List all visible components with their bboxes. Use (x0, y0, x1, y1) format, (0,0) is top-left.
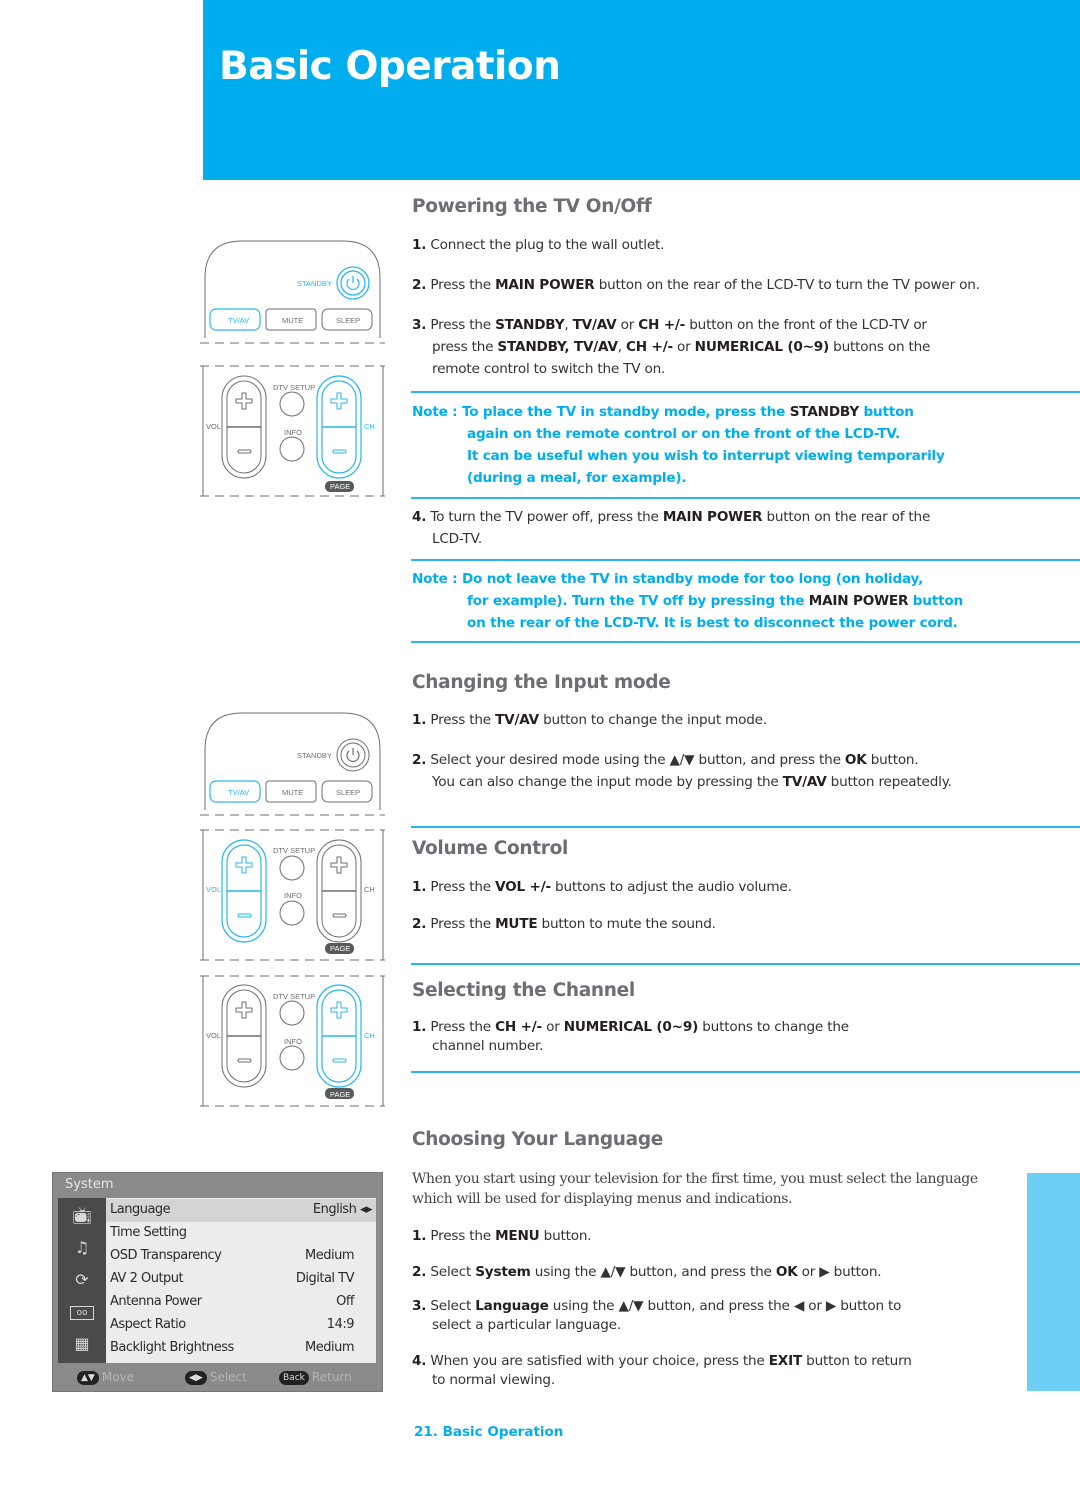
power-step-1: 1. Connect the plug to the wall outlet. (412, 237, 665, 253)
language-intro: When you start using your television for… (412, 1171, 978, 1207)
page-label: PAGE (330, 482, 351, 491)
divider (411, 391, 1080, 393)
tvav-label: TV/AV (228, 788, 250, 797)
vol-label: VOL (206, 422, 222, 431)
remote-illustration-input-volume (200, 712, 385, 961)
osd-menu-title: System (65, 1177, 114, 1192)
cabinet-icon: ▦ (74, 1334, 90, 1353)
osd-row-aspect-ratio[interactable]: Aspect Ratio 14:9 (106, 1314, 376, 1337)
osd-row-av2-output[interactable]: AV 2 Output Digital TV (106, 1268, 376, 1291)
volume-step-2: 2. Press the MUTE button to mute the sou… (412, 916, 716, 932)
ch-label: CH (364, 885, 375, 894)
osd-category-icons: 📺︎ ♫ ⟳ oo ▦ (58, 1198, 106, 1363)
standby-label: STANDBY (297, 279, 332, 288)
channel-step-1: 1. Press the CH +/- or NUMERICAL (0~9) b… (412, 1019, 849, 1054)
page-label: PAGE (330, 1090, 351, 1099)
tape-icon: oo (70, 1306, 94, 1320)
osd-footer-hints: ▲▼ Move ◀▶ Select Back Return (53, 1366, 382, 1390)
note-long-standby: Note : Do not leave the TV in standby mo… (412, 571, 963, 631)
osd-row-time-setting[interactable]: Time Setting (106, 1222, 376, 1245)
mute-label: MUTE (282, 316, 304, 325)
osd-hint-return: Back Return (279, 1370, 352, 1385)
osd-row-osd-transparency[interactable]: OSD Transparency Medium (106, 1245, 376, 1268)
tv-icon: 📺︎ (71, 1206, 93, 1225)
section-title-power: Powering the TV On/Off (412, 196, 652, 217)
sleep-label: SLEEP (336, 788, 361, 797)
ch-label: CH (364, 1031, 375, 1040)
tvav-label: TV/AV (228, 316, 250, 325)
dtv-setup-label: DTV SETUP (273, 383, 316, 392)
page-title: Basic Operation (219, 44, 561, 89)
dtv-setup-label: DTV SETUP (273, 992, 316, 1001)
osd-hint-select: ◀▶ Select (185, 1370, 247, 1385)
divider (411, 826, 1080, 828)
language-step-2: 2. Select System using the ▲/▼ button, a… (412, 1264, 882, 1280)
divider (411, 559, 1080, 561)
info-label: INFO (284, 428, 302, 437)
osd-hint-move: ▲▼ Move (77, 1370, 134, 1385)
osd-row-language[interactable]: Language English ◂▸ (106, 1199, 376, 1222)
info-label: INFO (284, 891, 302, 900)
section-tab-marker (1027, 1173, 1080, 1391)
power-step-3: 3. Press the STANDBY, TV/AV or CH +/- bu… (412, 317, 931, 377)
divider (411, 1071, 1080, 1073)
standby-label: STANDBY (297, 751, 332, 760)
language-step-3: 3. Select Language using the ▲/▼ button,… (412, 1298, 902, 1333)
info-label: INFO (284, 1037, 302, 1046)
osd-row-backlight-brightness[interactable]: Backlight Brightness Medium (106, 1337, 376, 1360)
note-standby: Note : To place the TV in standby mode, … (412, 404, 945, 486)
section-title-channel: Selecting the Channel (412, 980, 635, 1001)
left-right-arrows-icon: ◀▶ (185, 1370, 207, 1385)
osd-menu-list: Language English ◂▸ Time Setting OSD Tran… (106, 1198, 376, 1363)
volume-step-1: 1. Press the VOL +/- buttons to adjust t… (412, 879, 792, 895)
page-header-banner: Basic Operation (203, 0, 1080, 180)
divider (411, 497, 1080, 499)
back-key-icon: Back (279, 1370, 309, 1385)
language-step-4: 4. When you are satisfied with your choi… (412, 1353, 912, 1388)
up-down-arrows-icon: ▲▼ (77, 1370, 99, 1385)
section-title-language: Choosing Your Language (412, 1129, 664, 1150)
vol-label: VOL (206, 885, 222, 894)
divider (411, 963, 1080, 965)
page-label: PAGE (330, 944, 351, 953)
osd-row-antenna-power[interactable]: Antenna Power Off (106, 1291, 376, 1314)
section-title-input: Changing the Input mode (412, 672, 671, 693)
vol-label: VOL (206, 1031, 222, 1040)
music-note-icon: ♫ (74, 1238, 90, 1257)
divider (411, 641, 1080, 643)
language-step-1: 1. Press the MENU button. (412, 1228, 592, 1244)
input-step-1: 1. Press the TV/AV button to change the … (412, 712, 767, 728)
dtv-setup-label: DTV SETUP (273, 846, 316, 855)
osd-system-menu: System 📺︎ ♫ ⟳ oo ▦ Language English ◂▸ Ti… (52, 1172, 383, 1392)
page-footer-label: 21. Basic Operation (414, 1424, 564, 1440)
mute-label: MUTE (282, 788, 304, 797)
refresh-icon: ⟳ (75, 1270, 89, 1289)
remote-illustration-power (200, 240, 385, 497)
input-step-2: 2. Select your desired mode using the ▲/… (412, 752, 952, 790)
power-step-2: 2. Press the MAIN POWER button on the re… (412, 277, 980, 293)
sleep-label: SLEEP (336, 316, 361, 325)
section-title-volume: Volume Control (412, 838, 569, 859)
power-step-4: 4. To turn the TV power off, press the M… (412, 509, 931, 547)
ch-label: CH (364, 422, 375, 431)
